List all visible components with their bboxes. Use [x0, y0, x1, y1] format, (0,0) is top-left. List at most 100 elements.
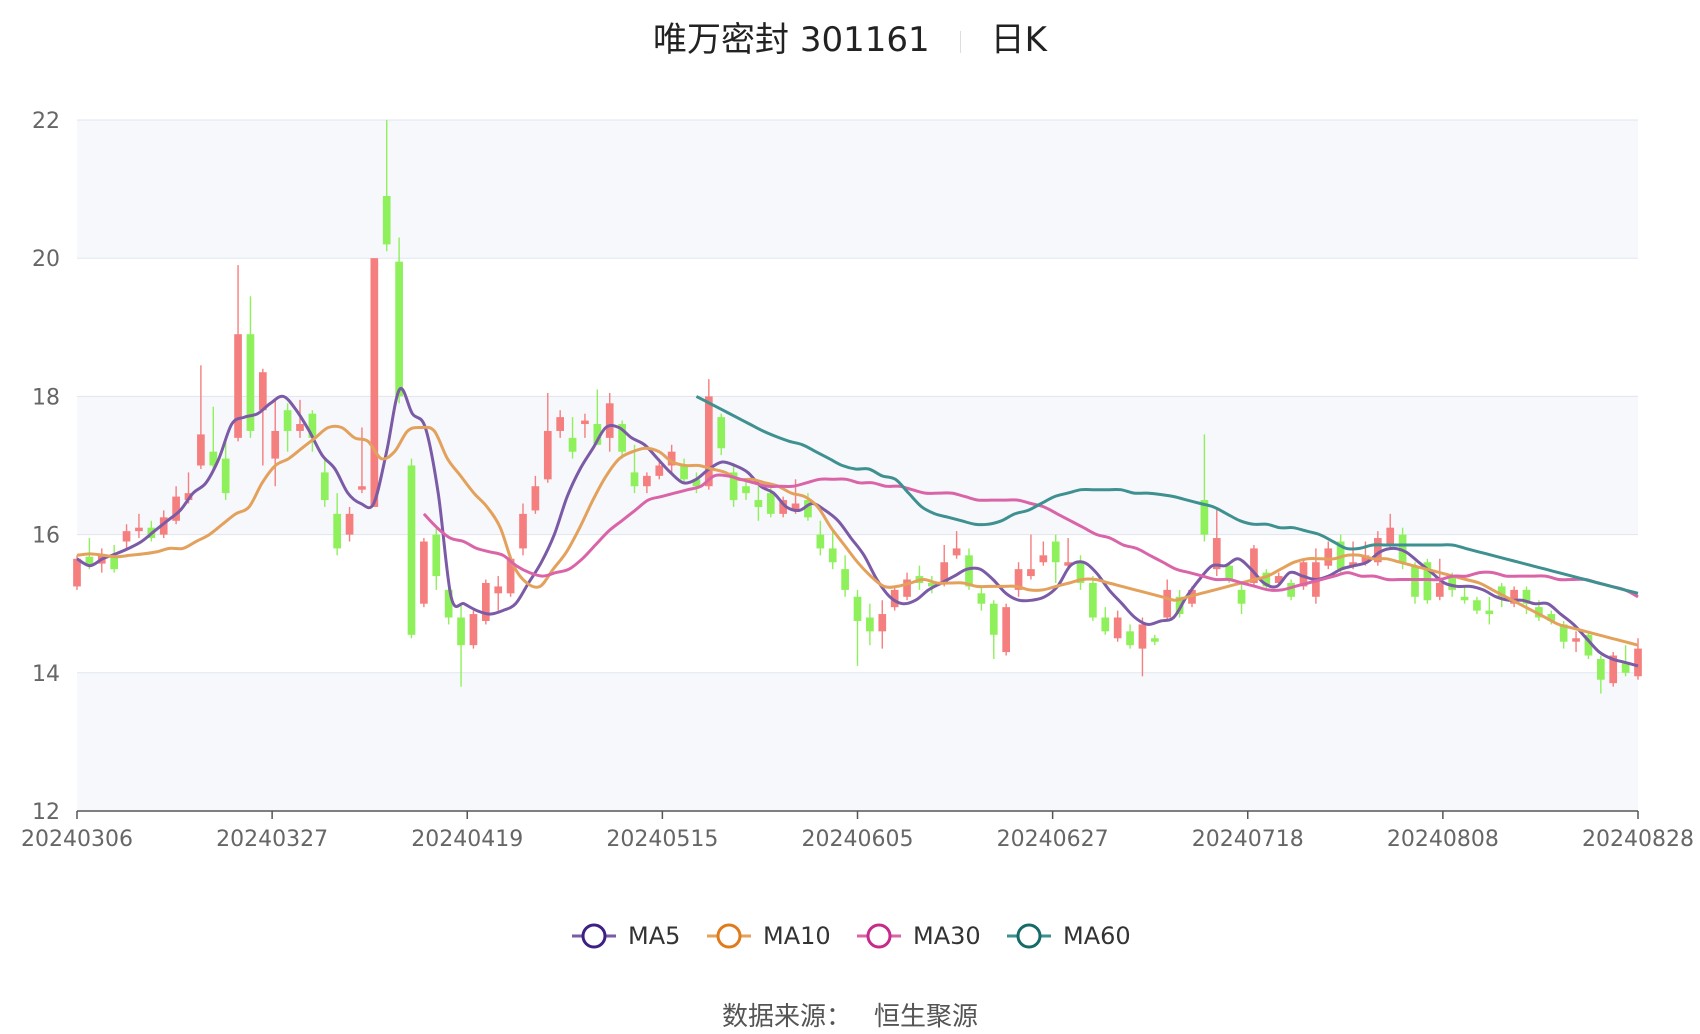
kline-chart: 121416182022 20240306 20240327 20240419 202… — [21, 109, 1694, 950]
legend-label: MA30 — [913, 922, 981, 950]
candle-body — [742, 486, 750, 494]
legend-label: MA60 — [1063, 922, 1131, 950]
candle-body — [135, 527, 143, 532]
y-tick-label: 14 — [32, 662, 60, 687]
candle — [1572, 631, 1580, 653]
candle — [1027, 534, 1035, 580]
candle-body — [407, 465, 416, 635]
candle — [1138, 617, 1147, 677]
candle-body — [271, 430, 280, 459]
candle-body — [989, 603, 998, 635]
x-tick-label: 20240828 — [1582, 827, 1694, 852]
candle-body — [766, 493, 775, 514]
candle — [1126, 624, 1134, 649]
candle-body — [296, 424, 304, 431]
candle — [370, 258, 379, 507]
candle-body — [1473, 600, 1481, 611]
candle-body — [382, 196, 391, 245]
candle-body — [568, 437, 577, 452]
legend-item-ma10: MA10 — [707, 922, 831, 950]
data-source: 数据来源： 恒生聚源 — [0, 996, 1700, 1033]
candle-body — [680, 465, 688, 480]
candle-body — [556, 417, 565, 431]
x-tick-label: 20240808 — [1387, 827, 1499, 852]
plot-band — [77, 120, 1638, 259]
candle-body — [605, 403, 614, 438]
candle-body — [1225, 565, 1234, 580]
candle — [1324, 541, 1333, 570]
y-tick-label: 22 — [32, 109, 60, 134]
candle — [977, 586, 986, 611]
candle — [903, 572, 911, 601]
legend-item-ma60: MA60 — [1007, 922, 1131, 950]
candle-body — [1089, 582, 1097, 618]
x-tick-label: 20240627 — [997, 827, 1109, 852]
candle-body — [866, 617, 874, 632]
candle-body — [630, 472, 639, 487]
candle-body — [1051, 541, 1060, 563]
candle-body — [952, 548, 961, 556]
candle — [878, 600, 887, 649]
y-axis: 12 14 16 18 20 22 — [32, 109, 60, 825]
candle-body — [1237, 589, 1246, 604]
x-tick-label: 20240718 — [1192, 827, 1304, 852]
candle — [1014, 562, 1023, 597]
candle-body — [110, 556, 119, 570]
candle — [1101, 607, 1110, 635]
candle — [1051, 534, 1060, 583]
candle-body — [1039, 555, 1048, 563]
candle-body — [1485, 610, 1494, 615]
candle-body — [1596, 658, 1605, 680]
legend-marker — [1016, 923, 1042, 949]
y-tick-label: 12 — [32, 800, 60, 825]
candle-body — [1572, 638, 1580, 642]
candle-body — [494, 586, 503, 594]
candle-body — [754, 500, 763, 507]
candle-body — [543, 430, 552, 480]
legend-marker — [581, 923, 607, 949]
candle-body — [1460, 596, 1469, 601]
candle-body — [816, 534, 825, 549]
legend-marker — [866, 923, 892, 949]
candle — [1373, 531, 1382, 566]
candle-body — [581, 420, 589, 425]
candle-body — [432, 534, 441, 577]
candle-body — [1386, 527, 1395, 545]
candle — [432, 527, 441, 590]
candle-body — [457, 617, 465, 646]
candle-body — [1634, 648, 1642, 677]
candle — [989, 600, 998, 659]
candle — [1039, 541, 1048, 566]
candle — [1460, 586, 1469, 604]
candle-body — [333, 513, 342, 549]
candle-body — [1101, 617, 1110, 632]
candle-body — [197, 434, 205, 466]
candle — [1411, 562, 1419, 604]
x-tick-label: 20240327 — [216, 827, 328, 852]
candle-body — [853, 596, 862, 621]
candle — [1473, 596, 1481, 615]
candle — [841, 555, 849, 597]
x-tick-label: 20240419 — [411, 827, 523, 852]
candle — [234, 265, 242, 442]
candle — [420, 538, 428, 608]
legend-marker — [716, 923, 742, 949]
candle-body — [841, 569, 849, 590]
y-tick-label: 20 — [32, 247, 60, 272]
candle-body — [977, 593, 986, 604]
legend-item-ma5: MA5 — [572, 922, 680, 950]
candle — [1089, 576, 1097, 621]
candle — [828, 531, 837, 570]
candle — [481, 579, 490, 625]
legend-label: MA5 — [628, 922, 680, 950]
x-axis: 20240306 20240327 20240419 20240515 20240605… — [21, 810, 1694, 852]
candle — [1113, 610, 1122, 642]
candle — [469, 610, 478, 649]
legend-label: MA10 — [763, 922, 831, 950]
candle — [395, 237, 403, 404]
candle-body — [1138, 624, 1147, 649]
x-tick-label: 20240306 — [21, 827, 133, 852]
candle-body — [1113, 617, 1122, 639]
chart-frame: 唯万密封 301161 日K 12 14 16 18 20 22 20240306 20240… — [0, 0, 1700, 1034]
candle-body — [878, 614, 887, 632]
